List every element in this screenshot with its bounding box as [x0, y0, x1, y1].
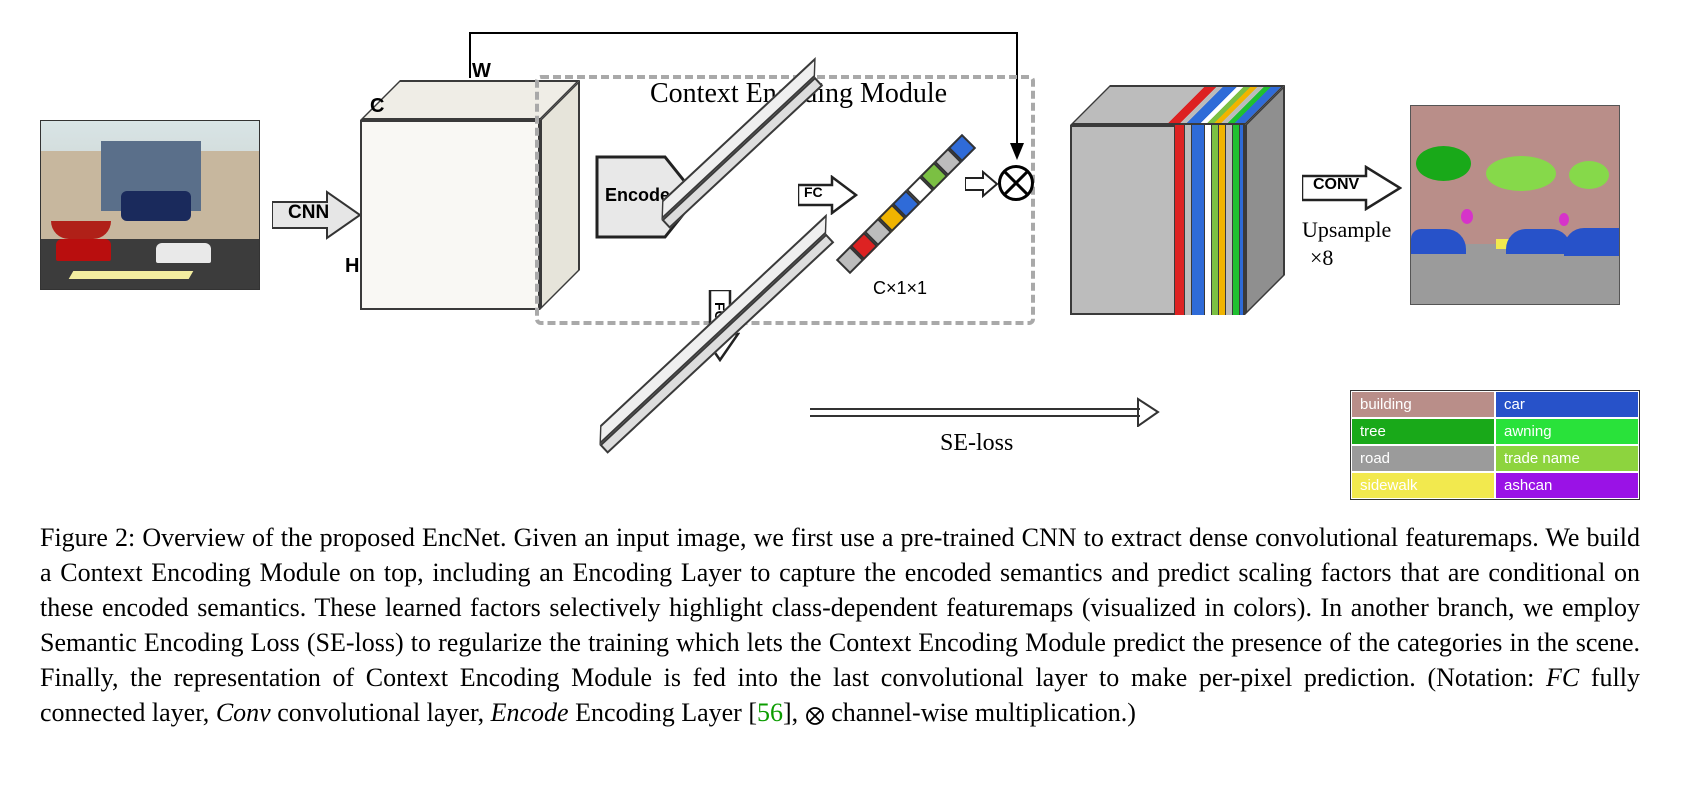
legend-building: building: [1351, 391, 1495, 418]
caption-body3: convolutional layer,: [271, 698, 491, 727]
legend-car: car: [1495, 391, 1639, 418]
segmentation-output: [1410, 105, 1620, 305]
se-loss-label: SE-loss: [940, 430, 1013, 457]
caption-body5: ],: [783, 698, 805, 727]
legend-trade-name: trade name: [1495, 445, 1639, 472]
caption-conv: Conv: [216, 698, 271, 727]
legend-tree: tree: [1351, 418, 1495, 445]
x8-label: ×8: [1310, 245, 1333, 271]
input-image: [40, 120, 260, 290]
caption-body6: channel-wise multiplication.): [825, 698, 1136, 727]
h-label: H: [345, 255, 359, 278]
fc1-label: FC: [804, 184, 823, 200]
channel-mul-icon: [998, 165, 1034, 201]
encnet-diagram: CNN C W H Context Encoding Module Encode…: [40, 20, 1640, 500]
cnn-label: CNN: [288, 202, 329, 224]
legend-sidewalk: sidewalk: [1351, 472, 1495, 499]
legend-awning: awning: [1495, 418, 1639, 445]
class-legend: building car tree awning road trade name…: [1350, 390, 1640, 500]
se-loss-arrow: [810, 395, 1160, 432]
legend-ashcan: ashcan: [1495, 472, 1639, 499]
upsample-label: Upsample: [1302, 217, 1391, 243]
caption-encode: Encode: [491, 698, 569, 727]
c-label: C: [370, 95, 384, 118]
caption-fc: FC: [1546, 663, 1579, 692]
caption-head: Figure 2: Overview of the proposed EncNe…: [40, 523, 507, 552]
legend-road: road: [1351, 445, 1495, 472]
encode-label: Encode: [605, 185, 670, 206]
caption-body4: Encoding Layer [: [569, 698, 757, 727]
c11-label: C×1×1: [873, 278, 927, 299]
figure-caption: Figure 2: Overview of the proposed EncNe…: [40, 520, 1640, 733]
conv-label: CONV: [1313, 176, 1359, 194]
weighted-feature-cube: [1070, 75, 1300, 315]
caption-ref: 56: [757, 698, 783, 727]
scale-arrow: [965, 170, 999, 203]
otimes-icon: [805, 697, 825, 732]
